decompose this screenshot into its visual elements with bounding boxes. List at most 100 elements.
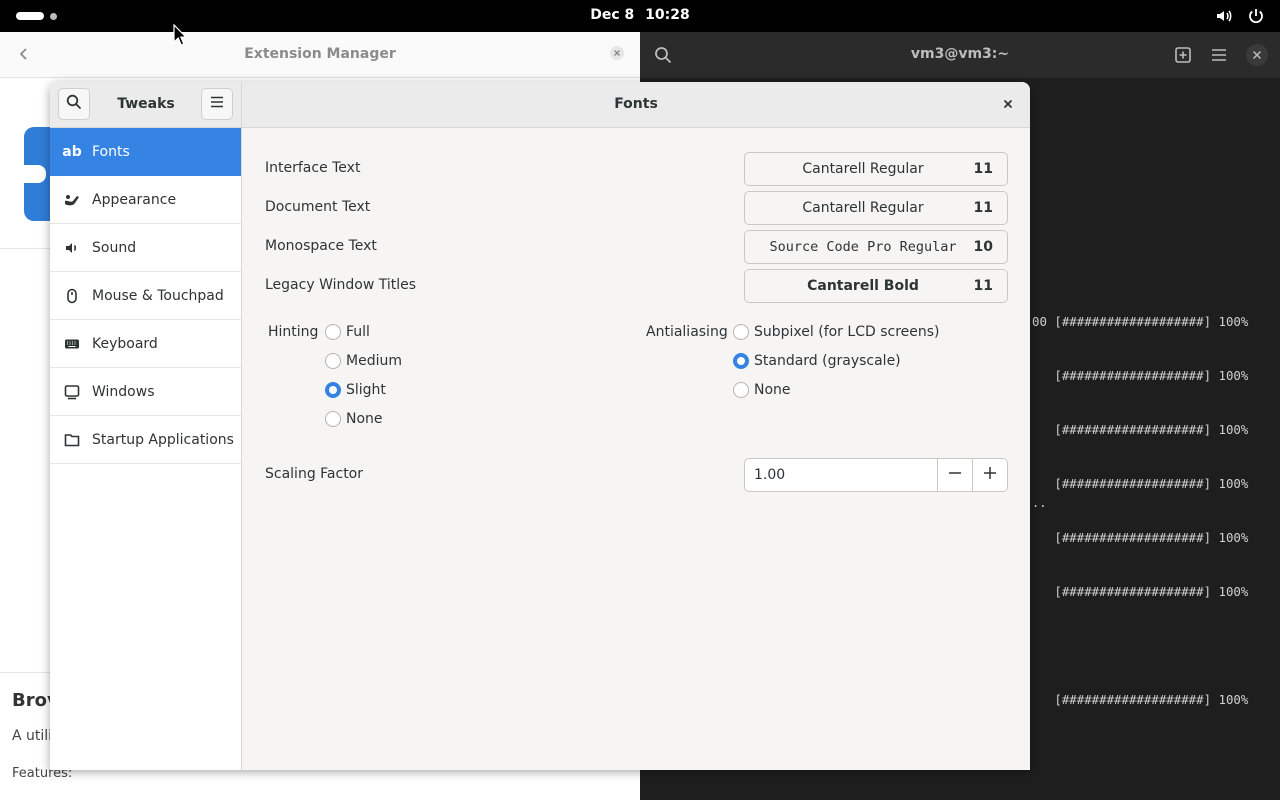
- extension-manager-headerbar: Extension Manager: [0, 32, 640, 78]
- monospace-text-label: Monospace Text: [265, 238, 377, 254]
- radio-label: None: [754, 382, 791, 398]
- sidebar-item-label: Mouse & Touchpad: [92, 287, 224, 304]
- scaling-factor-input[interactable]: 1.00: [754, 467, 785, 483]
- page-title: Fonts: [614, 96, 658, 112]
- radio-label: Standard (grayscale): [754, 353, 901, 369]
- main-headerbar: Fonts: [242, 82, 1030, 128]
- sidebar: ab Fonts Appearance Sound Mouse & Touchp…: [50, 128, 242, 770]
- sidebar-item-windows[interactable]: Windows: [50, 368, 241, 416]
- power-icon: [1246, 6, 1266, 26]
- font-name: Cantarell Regular: [802, 161, 924, 177]
- clock-time: 10:28: [645, 7, 690, 23]
- extension-logo-notch: [24, 165, 46, 183]
- radio-circle: [325, 411, 341, 427]
- sidebar-item-label: Startup Applications: [92, 431, 234, 448]
- main-menu-button[interactable]: [201, 88, 233, 120]
- tweaks-window: Tweaks Fonts ab Fonts Appearance Sound M…: [50, 82, 1030, 770]
- windows-icon: [64, 384, 80, 400]
- hinting-none-radio[interactable]: None: [325, 411, 383, 427]
- sidebar-item-label: Appearance: [92, 191, 177, 208]
- font-name: Cantarell Bold: [807, 278, 919, 294]
- mouse-pointer-icon: [173, 23, 188, 50]
- font-name: Source Code Pro Regular: [769, 239, 957, 255]
- antialiasing-subpixel-radio[interactable]: Subpixel (for LCD screens): [733, 324, 940, 340]
- radio-label: Medium: [346, 353, 402, 369]
- interface-font-button[interactable]: Cantarell Regular 11: [744, 152, 1008, 186]
- terminal-output: 00 [###################] 100% [#########…: [1032, 277, 1248, 745]
- clock-date: Dec 8: [590, 7, 635, 23]
- terminal-dots: ..: [1032, 496, 1047, 510]
- close-icon[interactable]: [610, 46, 624, 64]
- font-size: 10: [973, 239, 993, 255]
- extension-manager-title: Extension Manager: [244, 46, 396, 62]
- sidebar-item-appearance[interactable]: Appearance: [50, 176, 241, 224]
- sidebar-item-sound[interactable]: Sound: [50, 224, 241, 272]
- increment-button[interactable]: [972, 459, 1007, 491]
- font-size: 11: [973, 161, 993, 177]
- plus-icon: [982, 465, 998, 485]
- new-tab-icon[interactable]: [1174, 46, 1192, 68]
- antialiasing-none-radio[interactable]: None: [733, 382, 791, 398]
- terminal-line: [###################] 100%: [1032, 692, 1249, 707]
- hinting-full-radio[interactable]: Full: [325, 324, 370, 340]
- terminal-line: [###################] 100%: [1032, 368, 1249, 383]
- extension-description: A utili: [12, 728, 53, 744]
- sidebar-item-keyboard[interactable]: Keyboard: [50, 320, 241, 368]
- radio-label: Subpixel (for LCD screens): [754, 324, 940, 340]
- legacy-window-titles-label: Legacy Window Titles: [265, 277, 417, 293]
- terminal-header-buttons: [1174, 44, 1268, 70]
- decrement-button[interactable]: [937, 459, 972, 491]
- system-menu[interactable]: [1214, 6, 1266, 26]
- legacy-titles-font-button[interactable]: Cantarell Bold 11: [744, 269, 1008, 303]
- hamburger-menu-icon: [209, 94, 225, 114]
- radio-label: None: [346, 411, 383, 427]
- sidebar-item-label: Windows: [92, 383, 155, 400]
- radio-circle: [325, 324, 341, 340]
- sidebar-item-fonts[interactable]: ab Fonts: [50, 128, 241, 176]
- antialiasing-label: Antialiasing: [646, 324, 728, 340]
- close-icon[interactable]: [1246, 44, 1268, 70]
- sound-icon: [64, 240, 80, 256]
- sidebar-headerbar: Tweaks: [50, 82, 242, 128]
- hamburger-menu-icon[interactable]: [1210, 46, 1228, 68]
- font-size: 11: [973, 200, 993, 216]
- hinting-label: Hinting: [268, 324, 319, 340]
- sidebar-item-label: Fonts: [92, 143, 130, 160]
- radio-circle: [325, 353, 341, 369]
- minus-icon: [947, 465, 963, 485]
- terminal-line: 00 [###################] 100%: [1032, 314, 1249, 329]
- scaling-factor-spinbutton: 1.00: [744, 458, 1008, 492]
- sidebar-item-startup-applications[interactable]: Startup Applications: [50, 416, 241, 464]
- fonts-page: Interface Text Cantarell Regular 11 Docu…: [242, 128, 1030, 770]
- terminal-headerbar: vm3@vm3:~: [640, 32, 1280, 78]
- close-icon[interactable]: [1000, 96, 1016, 116]
- volume-icon: [1214, 6, 1234, 26]
- folder-icon: [64, 432, 80, 448]
- radio-circle: [733, 382, 749, 398]
- radio-circle: [325, 382, 341, 398]
- hinting-slight-radio[interactable]: Slight: [325, 382, 386, 398]
- scaling-factor-label: Scaling Factor: [265, 466, 364, 482]
- appearance-icon: [64, 192, 80, 208]
- radio-label: Slight: [346, 382, 386, 398]
- sidebar-item-label: Sound: [92, 239, 137, 256]
- antialiasing-standard-radio[interactable]: Standard (grayscale): [733, 353, 901, 369]
- document-font-button[interactable]: Cantarell Regular 11: [744, 191, 1008, 225]
- keyboard-icon: [64, 336, 80, 352]
- monospace-font-button[interactable]: Source Code Pro Regular 10: [744, 230, 1008, 264]
- sidebar-item-label: Keyboard: [92, 335, 158, 352]
- radio-circle: [733, 324, 749, 340]
- clock[interactable]: Dec 8 10:28: [0, 7, 1280, 23]
- hinting-medium-radio[interactable]: Medium: [325, 353, 402, 369]
- font-name: Cantarell Regular: [802, 200, 924, 216]
- sidebar-item-mouse-touchpad[interactable]: Mouse & Touchpad: [50, 272, 241, 320]
- terminal-line: [###################] 100%: [1032, 584, 1249, 599]
- terminal-line: [###################] 100%: [1032, 422, 1249, 437]
- terminal-line: [###################] 100%: [1032, 476, 1249, 491]
- font-size: 11: [973, 278, 993, 294]
- radio-circle: [733, 353, 749, 369]
- radio-label: Full: [346, 324, 370, 340]
- interface-text-label: Interface Text: [265, 160, 361, 176]
- mouse-icon: [64, 288, 80, 304]
